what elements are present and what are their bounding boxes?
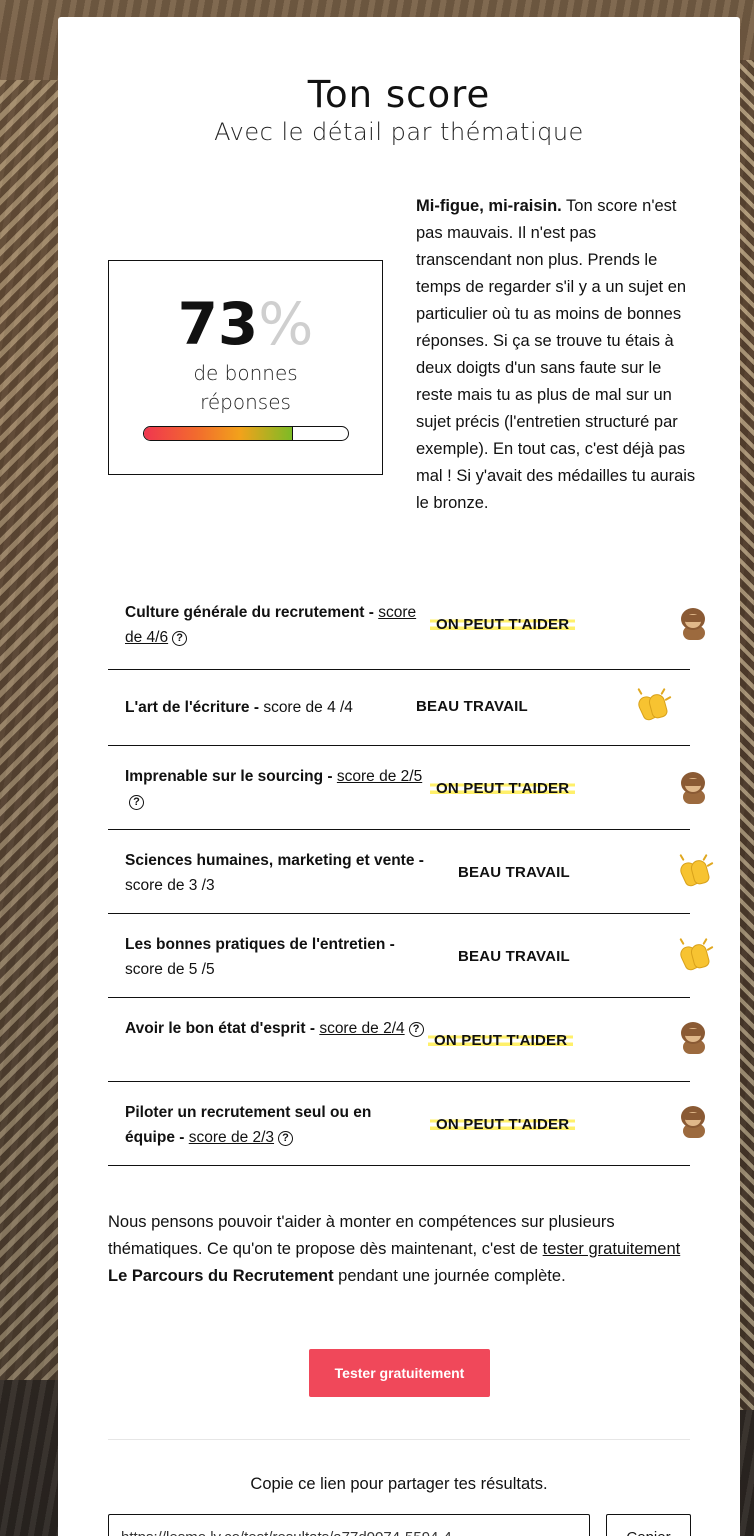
- theme-badge: ON PEUT T'AIDER: [430, 780, 576, 797]
- theme-badge: ON PEUT T'AIDER: [430, 1116, 576, 1133]
- theme-label: Les bonnes pratiques de l'entretien - sc…: [125, 932, 425, 982]
- offer-product-name: Le Parcours du Recrutement: [108, 1267, 334, 1285]
- monkey-icon: [678, 1106, 706, 1138]
- try-free-button[interactable]: Tester gratuitement: [309, 1349, 490, 1397]
- score-percent-sign: %: [258, 290, 314, 358]
- theme-badge: BEAU TRAVAIL: [458, 948, 570, 965]
- theme-badge: BEAU TRAVAIL: [458, 864, 570, 881]
- theme-row: L'art de l'écriture - score de 4 /4 BEAU …: [108, 670, 690, 746]
- page-title: Ton score: [307, 73, 491, 116]
- score-modal: Ton score Avec le détail par thématique …: [58, 17, 740, 1536]
- theme-score: score de 5 /5: [125, 961, 215, 978]
- page-subtitle: Avec le détail par thématique: [214, 118, 584, 146]
- help-circle-icon[interactable]: ?: [408, 1022, 424, 1037]
- theme-row: Avoir le bon état d'esprit - score de 2/…: [108, 998, 705, 1082]
- theme-row: Piloter un recrutement seul ou en équipe…: [108, 1082, 705, 1166]
- clapping-hands-icon: [635, 687, 672, 723]
- verdict-body: Ton score n'est pas mauvais. Il n'est pa…: [416, 197, 696, 512]
- help-circle-icon[interactable]: ?: [172, 631, 188, 646]
- offer-text-1: Nous pensons pouvoir t'aider à monter en…: [108, 1213, 615, 1258]
- score-caption-line1: de bonnes: [193, 361, 298, 385]
- theme-title: Culture générale du recrutement -: [125, 604, 374, 621]
- score-value: 73%: [109, 295, 382, 353]
- share-link-input[interactable]: [108, 1514, 590, 1536]
- theme-label: Sciences humaines, marketing et vente - …: [125, 848, 425, 898]
- theme-title: Les bonnes pratiques de l'entretien -: [125, 936, 395, 953]
- theme-label: Imprenable sur le sourcing - score de 2/…: [125, 764, 425, 814]
- theme-label: Piloter un recrutement seul ou en équipe…: [125, 1100, 425, 1150]
- help-circle-icon[interactable]: ?: [129, 795, 144, 810]
- theme-score[interactable]: score de 2/5: [337, 768, 422, 785]
- theme-row: Culture générale du recrutement - score …: [108, 586, 705, 670]
- divider: [108, 1439, 690, 1440]
- theme-row: Imprenable sur le sourcing - score de 2/…: [108, 746, 705, 830]
- theme-title: Sciences humaines, marketing et vente -: [125, 852, 424, 869]
- theme-score: score de 4 /4: [263, 699, 353, 716]
- offer-paragraph: Nous pensons pouvoir t'aider à monter en…: [108, 1209, 698, 1290]
- score-caption-line2: réponses: [200, 390, 291, 414]
- score-number: 73: [177, 290, 259, 358]
- copy-button[interactable]: Copier: [606, 1514, 691, 1536]
- share-label: Copie ce lien pour partager tes résultat…: [250, 1475, 548, 1493]
- verdict-text: Mi-figue, mi-raisin. Ton score n'est pas…: [416, 193, 696, 517]
- theme-title: Imprenable sur le sourcing -: [125, 768, 333, 785]
- theme-title: Avoir le bon état d'esprit -: [125, 1020, 315, 1037]
- theme-badge: BEAU TRAVAIL: [416, 698, 528, 715]
- theme-row: Les bonnes pratiques de l'entretien - sc…: [108, 914, 714, 998]
- score-caption: de bonnes réponses: [109, 359, 382, 417]
- clapping-hands-icon: [677, 853, 714, 889]
- offer-link[interactable]: tester gratuitement: [543, 1240, 681, 1258]
- clapping-hands-icon: [677, 937, 714, 973]
- monkey-icon: [678, 1022, 706, 1054]
- theme-list: Culture générale du recrutement - score …: [108, 586, 714, 1166]
- help-circle-icon[interactable]: ?: [278, 1131, 294, 1146]
- theme-score[interactable]: score de 2/3: [189, 1129, 274, 1146]
- theme-badge: ON PEUT T'AIDER: [430, 616, 576, 633]
- theme-row: Sciences humaines, marketing et vente - …: [108, 830, 714, 914]
- monkey-icon: [678, 772, 706, 804]
- verdict-lead: Mi-figue, mi-raisin.: [416, 197, 562, 215]
- score-progress-bar: [143, 426, 349, 441]
- theme-badge: ON PEUT T'AIDER: [428, 1032, 574, 1049]
- theme-label: Culture générale du recrutement - score …: [125, 600, 425, 650]
- theme-score: score de 3 /3: [125, 877, 215, 894]
- score-card: 73% de bonnes réponses: [108, 260, 383, 475]
- monkey-icon: [678, 608, 706, 640]
- score-progress-fill: [144, 427, 293, 440]
- theme-label: Avoir le bon état d'esprit - score de 2/…: [125, 1016, 425, 1041]
- theme-title: L'art de l'écriture -: [125, 699, 259, 716]
- theme-score[interactable]: score de 2/4: [319, 1020, 404, 1037]
- offer-text-3: pendant une journée complète.: [333, 1267, 566, 1285]
- theme-label: L'art de l'écriture - score de 4 /4: [125, 695, 425, 720]
